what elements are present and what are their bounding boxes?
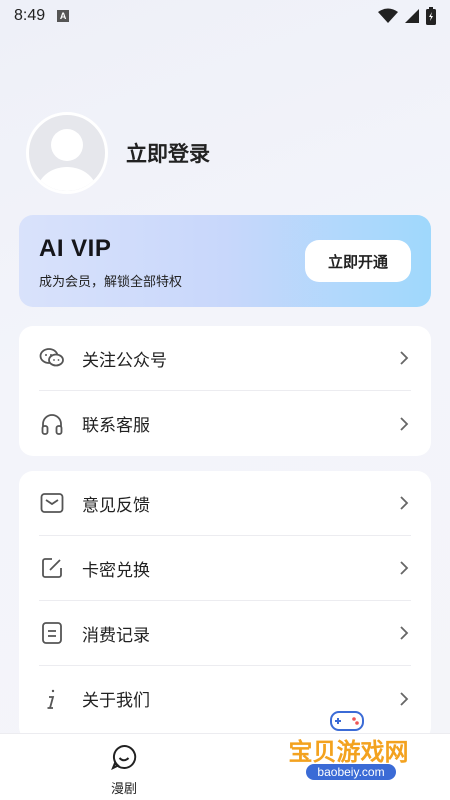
chevron-right-icon xyxy=(397,416,411,431)
smile-chat-icon xyxy=(111,744,137,774)
menu-item-label: 卡密兑换 xyxy=(82,560,150,581)
battery-icon xyxy=(426,7,436,25)
chevron-right-icon xyxy=(397,561,411,575)
watermark-url: baobeiy.com xyxy=(306,764,396,780)
nav-item-drama[interactable]: 漫剧 xyxy=(96,744,152,797)
profile-section[interactable]: 立即登录 xyxy=(26,112,210,194)
mail-icon xyxy=(39,490,65,516)
vip-subtitle: 成为会员，解锁全部特权 xyxy=(39,275,183,290)
chevron-right-icon xyxy=(397,691,411,706)
headset-icon xyxy=(39,411,65,437)
document-icon xyxy=(39,620,65,646)
status-time: 8:49 xyxy=(14,7,46,24)
vip-open-button[interactable]: 立即开通 xyxy=(305,240,411,282)
nav-item-label: 漫剧 xyxy=(110,782,137,797)
login-link[interactable]: 立即登录 xyxy=(126,138,210,168)
menu-item-feedback[interactable]: 意见反馈 xyxy=(39,471,411,536)
info-icon xyxy=(39,686,65,712)
menu-item-label: 意见反馈 xyxy=(82,495,150,516)
watermark: 宝贝游戏网 baobeiy.com xyxy=(276,708,426,790)
watermark-text: 宝贝游戏网 xyxy=(288,738,409,766)
menu-card-2: 意见反馈 卡密兑换 消费记录 关于我们 xyxy=(19,471,431,741)
chevron-right-icon xyxy=(397,351,411,365)
menu-item-label: 联系客服 xyxy=(82,416,150,436)
edit-icon xyxy=(39,555,65,581)
menu-item-redeem-code[interactable]: 卡密兑换 xyxy=(39,536,411,601)
signal-icon xyxy=(405,9,419,23)
vip-card: AI VIP 成为会员，解锁全部特权 立即开通 xyxy=(19,215,431,307)
status-bar: 8:49 A xyxy=(0,0,450,32)
menu-item-label: 关注公众号 xyxy=(82,350,167,371)
status-indicators xyxy=(378,7,436,25)
gamepad-icon xyxy=(330,711,364,731)
menu-item-contact-support[interactable]: 联系客服 xyxy=(39,391,411,456)
chevron-right-icon xyxy=(397,496,411,510)
menu-item-label: 消费记录 xyxy=(82,625,150,646)
notification-icon: A xyxy=(57,10,70,22)
wifi-icon xyxy=(378,8,398,23)
menu-card-1: 关注公众号 联系客服 xyxy=(19,326,431,456)
wechat-icon xyxy=(39,345,65,371)
avatar[interactable] xyxy=(26,112,108,194)
menu-item-label: 关于我们 xyxy=(82,691,150,711)
menu-item-follow-official[interactable]: 关注公众号 xyxy=(39,326,411,391)
menu-item-purchase-history[interactable]: 消费记录 xyxy=(39,601,411,666)
vip-title: AI VIP xyxy=(39,235,112,262)
chevron-right-icon xyxy=(397,626,411,640)
